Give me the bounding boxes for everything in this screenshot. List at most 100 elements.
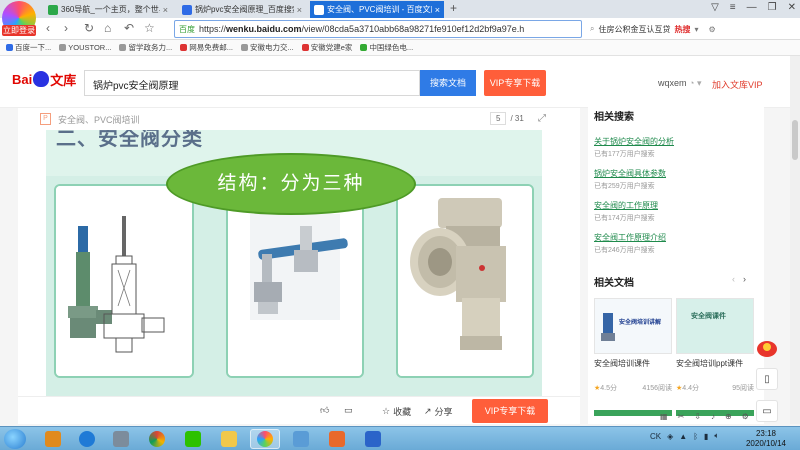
username[interactable]: wqxem ◔ ▾ [658, 78, 702, 89]
like-icon[interactable]: 👍︎ [320, 405, 329, 416]
minimize-icon[interactable]: — [747, 2, 757, 13]
grid-icon[interactable]: ▦ [660, 412, 668, 421]
related-doc-card[interactable]: 安全阀培训讲解 安全阀培训课件 ★4.5分 4156阅读 [594, 298, 672, 393]
settings-icon[interactable]: ⚙ [742, 412, 749, 421]
taskbar-wechat[interactable] [178, 429, 208, 449]
security-icon[interactable]: ◈ [667, 432, 673, 441]
bookmark-item[interactable]: 安徽党建e家 [301, 42, 352, 53]
tab-baidu-search[interactable]: 锅炉pvc安全阀原理_百度搜索 × [178, 1, 306, 18]
input-language[interactable]: CK [650, 432, 661, 441]
star-icon[interactable]: ☆ [144, 21, 155, 35]
taskbar-explorer[interactable] [214, 429, 244, 449]
search-docs-button[interactable]: 搜索文档 [420, 70, 476, 96]
taskbar-media-player[interactable] [38, 429, 68, 449]
vip-download-button[interactable]: VIP专享下载 [484, 70, 546, 96]
bookmark-label: 安徽电力交... [250, 43, 294, 52]
thumb-caption: 安全阀培训讲解 [619, 320, 662, 326]
taskbar-calculator[interactable] [106, 429, 136, 449]
related-doc-thumbnail[interactable]: 安全阀课件 [676, 298, 754, 354]
screenshot-icon[interactable]: ✂ [678, 412, 685, 421]
bookmark-item[interactable]: 百度一下... [6, 42, 51, 53]
related-doc-card[interactable]: 安全阀课件 安全阀培训ppt课件 ★4.4分 95阅读 [676, 298, 754, 393]
network-icon[interactable]: ▮ [704, 432, 708, 441]
url-prefix: https:// [199, 24, 227, 34]
download-icon[interactable]: ⇩ [694, 412, 701, 421]
new-tab-button[interactable]: + [450, 1, 457, 15]
search-suggestion[interactable]: 住房公积金互认互贷 [598, 24, 670, 35]
chevron-right-icon[interactable]: › [743, 274, 746, 284]
page-scrollbar[interactable] [790, 56, 800, 424]
dropdown-icon[interactable]: ▾ [694, 25, 698, 34]
related-search-item[interactable]: 锅炉安全阀具体参数 已有259万用户搜索 [594, 168, 666, 191]
scrollbar-thumb[interactable] [792, 120, 798, 160]
home-icon[interactable]: ⌂ [104, 21, 111, 35]
undo-icon[interactable]: ↶ [124, 21, 134, 35]
taskbar-ie[interactable] [72, 429, 102, 449]
sound-icon[interactable]: ♪ [711, 412, 715, 421]
forward-icon[interactable]: › [64, 21, 68, 35]
taskbar-360-browser[interactable] [250, 429, 280, 449]
document-viewer: P 安全阀、PVC阀培训 5 / 31 ⤢ 二、安全阀分类 结构：分为三种 👍︎… [18, 108, 580, 424]
zoom-icon[interactable]: ⊕ [725, 412, 732, 421]
taskbar-word[interactable] [358, 429, 388, 449]
related-search-link[interactable]: 安全阀的工作原理 [594, 200, 658, 211]
collect-button[interactable]: ☆ 收藏 [382, 405, 411, 418]
tab-close-icon[interactable]: × [163, 5, 168, 15]
bluetooth-icon[interactable]: ᛒ [693, 432, 698, 441]
related-search-link[interactable]: 关于锅炉安全阀的分析 [594, 136, 674, 147]
related-doc-title[interactable]: 安全阀培训课件 [594, 358, 672, 369]
wenku-logo[interactable]: Bai 文库 [12, 70, 76, 89]
extension-icon[interactable]: ⚙ [709, 25, 716, 34]
volume-icon[interactable]: 🔈︎ [714, 431, 719, 441]
window-controls: ▽ ≡ — ❐ ✕ [711, 2, 796, 13]
related-search-item[interactable]: 关于锅炉安全阀的分析 已有177万用户搜索 [594, 136, 674, 159]
browser-nav-row: ‹ › ↻ ⌂ ↶ ☆ 百度 https://wenku.baidu.com/v… [0, 18, 800, 40]
tab-close-icon[interactable]: × [435, 5, 440, 15]
feedback-icon[interactable]: ▭ [756, 400, 778, 422]
related-search-link[interactable]: 锅炉安全阀具体参数 [594, 168, 666, 179]
maximize-icon[interactable]: ❐ [768, 2, 777, 13]
share-button[interactable]: ↗ 分享 [424, 405, 453, 418]
chevron-left-icon[interactable]: ‹ [732, 274, 735, 284]
red-envelope-icon[interactable] [755, 336, 779, 358]
related-search-count: 已有259万用户搜索 [594, 183, 655, 190]
close-icon[interactable]: ✕ [788, 2, 796, 13]
bookmark-item[interactable]: 安徽电力交... [241, 42, 294, 53]
join-vip-link[interactable]: 加入文库VIP [712, 78, 763, 91]
related-search-link[interactable]: 安全阀工作原理介绍 [594, 232, 666, 243]
hot-search-badge[interactable]: 热搜 [674, 24, 690, 35]
word-icon [365, 431, 381, 447]
related-doc-thumbnail[interactable]: 安全阀培训讲解 [594, 298, 672, 354]
login-badge[interactable]: 立即登录 [2, 25, 36, 36]
comment-icon[interactable]: ▭ [344, 405, 353, 416]
back-icon[interactable]: ‹ [46, 21, 50, 35]
bookmark-item[interactable]: 中国绿色电... [360, 42, 413, 53]
page-current-input[interactable]: 5 [490, 112, 507, 125]
vip-download-bottom-button[interactable]: VIP专享下载 [472, 399, 548, 423]
taskbar-clock[interactable]: 23:18 2020/10/14 [736, 429, 796, 449]
tab-360-nav[interactable]: 360导航_一个主页，整个世界 × [44, 1, 172, 18]
taskbar-chrome[interactable] [142, 429, 172, 449]
shield-icon[interactable]: ▽ [711, 2, 719, 13]
related-search-item[interactable]: 安全阀工作原理介绍 已有246万用户搜索 [594, 232, 666, 255]
mobile-icon[interactable]: ▯ [756, 368, 778, 390]
taskbar-powerpoint[interactable] [322, 429, 352, 449]
address-bar[interactable]: 百度 https://wenku.baidu.com/view/08cda5a3… [174, 20, 582, 38]
menu-icon[interactable]: ≡ [730, 2, 736, 13]
bookmark-item[interactable]: 网易免费邮... [180, 42, 233, 53]
safe-site-tag: 百度 [179, 24, 195, 34]
url-text[interactable]: https://wenku.baidu.com/view/08cda5a3710… [199, 24, 524, 34]
bookmark-item[interactable]: 留学政务力... [119, 42, 172, 53]
related-doc-title[interactable]: 安全阀培训ppt课件 [676, 358, 754, 369]
bookmark-item[interactable]: YOUSTOR... [59, 43, 111, 52]
taskbar-image-viewer[interactable] [286, 429, 316, 449]
refresh-icon[interactable]: ↻ [84, 21, 94, 35]
tab-close-icon[interactable]: × [297, 5, 302, 15]
browser-search-box[interactable]: ⌕ 住房公积金互认互贷 热搜 ▾ ⚙ [590, 20, 800, 38]
doc-search-input[interactable]: 锅炉pvc安全阀原理 [84, 70, 420, 96]
notification-icon[interactable]: ▲ [679, 432, 687, 441]
related-search-item[interactable]: 安全阀的工作原理 已有174万用户搜索 [594, 200, 658, 223]
tab-wenku-active[interactable]: 安全阀、PVC阀培训 - 百度文库 × [310, 1, 444, 18]
start-button[interactable] [4, 429, 26, 449]
fullscreen-icon[interactable]: ⤢ [538, 113, 546, 124]
